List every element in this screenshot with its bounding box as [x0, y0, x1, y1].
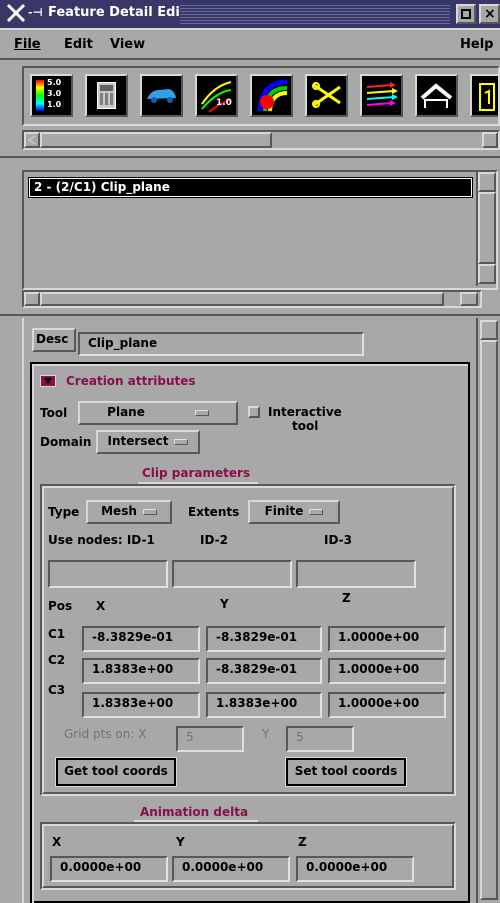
list-scroll-left-icon[interactable] [24, 292, 40, 306]
type-option-menu[interactable]: Mesh [86, 500, 172, 524]
tool-option-menu[interactable]: Plane [78, 401, 238, 425]
main-vscrollbar[interactable] [476, 318, 500, 903]
title-pin-icon: -⊣ [28, 6, 43, 19]
c3-y-field[interactable]: 1.8383e+00 [205, 691, 323, 719]
grid-x-field: 5 [175, 725, 245, 753]
c1-y-field[interactable]: -8.3829e-01 [205, 625, 323, 653]
type-label: Type [48, 505, 80, 519]
profile-icon[interactable] [415, 74, 458, 117]
c2-label: C2 [48, 653, 66, 667]
anim-y-label: Y [176, 835, 185, 849]
isosurface-icon[interactable] [250, 74, 293, 117]
interactive-label-2: tool [292, 419, 319, 433]
pos-z-header: Z [342, 591, 351, 605]
option-indicator-icon [309, 508, 324, 515]
c2-y-field[interactable]: -8.3829e-01 [205, 657, 323, 685]
scroll-thumb[interactable] [40, 132, 272, 148]
c3-label: C3 [48, 683, 66, 697]
c3-z-field[interactable]: 1.0000e+00 [327, 691, 447, 719]
tool-label: Tool [40, 406, 68, 420]
desc-field[interactable]: Clip_plane [77, 331, 365, 357]
main-scroll-up-icon[interactable] [480, 320, 498, 340]
scroll-left-arrow-icon[interactable] [24, 132, 40, 148]
car-model-icon[interactable] [140, 74, 183, 117]
contour-line-icon[interactable]: 1.0 [195, 74, 238, 117]
menu-edit[interactable]: Edit [64, 37, 93, 52]
calculator-icon[interactable] [85, 74, 128, 117]
extents-label: Extents [188, 505, 240, 519]
list-scroll-right-icon[interactable] [460, 292, 478, 306]
id2-label: ID-2 [200, 533, 228, 547]
feature-list[interactable]: 2 - (2/C1) Clip_plane [22, 170, 498, 290]
option-indicator-icon [194, 409, 209, 416]
toolbar: 5.0 3.0 1.0 1.0 [22, 66, 500, 126]
pos-y-header: Y [220, 597, 229, 611]
domain-option-menu[interactable]: Intersect [96, 430, 200, 454]
option-indicator-icon [142, 508, 157, 515]
close-icon[interactable]: × [479, 4, 500, 24]
c2-x-field[interactable]: 1.8383e+00 [81, 657, 201, 685]
set-tool-coords-button[interactable]: Set tool coords [285, 757, 407, 787]
title-bar[interactable]: -⊣ Feature Detail Editor (Clips) × [0, 0, 500, 28]
list-hscrollbar[interactable] [22, 290, 482, 308]
use-nodes-label: Use nodes: ID-1 [48, 533, 155, 547]
scroll-right-arrow-icon[interactable] [482, 132, 498, 148]
animation-title: Animation delta [140, 805, 249, 819]
c2-z-field[interactable]: 1.0000e+00 [327, 657, 447, 685]
interactive-tool-checkbox[interactable] [248, 406, 260, 418]
streamline-icon[interactable] [360, 74, 403, 117]
list-hscroll-thumb[interactable] [40, 292, 444, 306]
id2-field[interactable] [171, 559, 293, 589]
vscroll-thumb[interactable] [478, 192, 496, 264]
menu-file[interactable]: File [14, 37, 41, 52]
collapse-toggle-icon[interactable] [40, 375, 56, 387]
x-logo-icon[interactable] [6, 3, 26, 23]
maximize-icon[interactable] [456, 4, 476, 24]
scroll-up-arrow-icon[interactable] [478, 172, 496, 192]
menu-help[interactable]: Help [460, 37, 493, 52]
anim-z-label: Z [298, 835, 307, 849]
domain-label: Domain [40, 435, 92, 449]
anim-x-label: X [52, 835, 62, 849]
scroll-down-arrow-icon[interactable] [478, 264, 496, 284]
get-tool-coords-button[interactable]: Get tool coords [55, 757, 177, 787]
anim-y-field[interactable]: 0.0000e+00 [171, 855, 291, 883]
id1-field[interactable] [47, 559, 169, 589]
menu-view[interactable]: View [110, 37, 145, 52]
anim-z-field[interactable]: 0.0000e+00 [295, 855, 415, 883]
id3-field[interactable] [295, 559, 417, 589]
anim-x-field[interactable]: 0.0000e+00 [49, 855, 169, 883]
c1-label: C1 [48, 627, 66, 641]
c1-x-field[interactable]: -8.3829e-01 [81, 625, 201, 653]
id3-label: ID-3 [324, 533, 352, 547]
legend-colormap-icon[interactable]: 5.0 3.0 1.0 [30, 74, 73, 117]
c1-z-field[interactable]: 1.0000e+00 [327, 625, 447, 653]
readout-icon[interactable] [470, 74, 498, 117]
clip-scissors-icon[interactable] [305, 74, 348, 117]
pos-x-header: X [96, 599, 106, 613]
grid-pts-label: Grid pts on: X [64, 727, 147, 741]
clip-params-title: Clip parameters [142, 466, 251, 480]
c3-x-field[interactable]: 1.8383e+00 [81, 691, 201, 719]
toolbar-scrollbar[interactable] [22, 130, 500, 150]
list-vscrollbar[interactable] [476, 172, 496, 286]
pos-label: Pos [48, 599, 73, 613]
list-item[interactable]: 2 - (2/C1) Clip_plane [28, 177, 473, 198]
option-indicator-icon [174, 438, 189, 445]
grid-y-label: Y [262, 727, 270, 741]
extents-option-menu[interactable]: Finite [248, 500, 340, 524]
main-vscroll-thumb[interactable] [480, 340, 498, 900]
menu-bar: File Edit View Help [0, 28, 500, 60]
grid-y-field: 5 [285, 725, 355, 753]
creation-header[interactable]: Creation attributes [66, 373, 196, 389]
desc-label: Desc [36, 332, 69, 346]
